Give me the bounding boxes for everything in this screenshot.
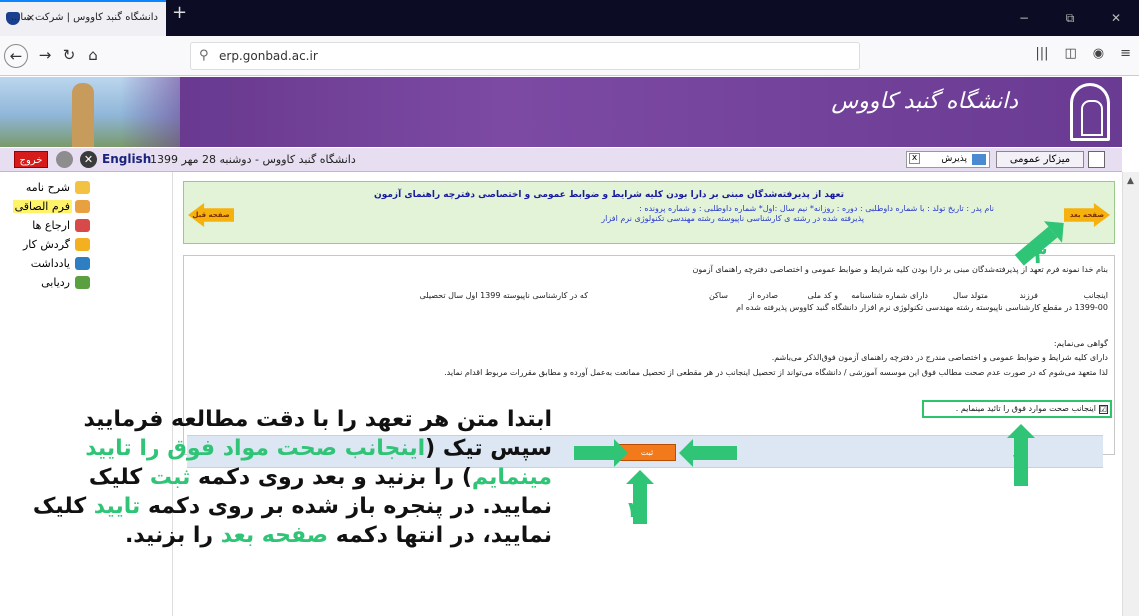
sidebar-item-attached-form[interactable]: فرم الصاقی bbox=[0, 197, 100, 216]
university-logo-text: دانشگاه گنبد کاووس bbox=[831, 89, 1018, 114]
pledge-field: فرزند bbox=[1019, 291, 1038, 300]
sidebar-icon[interactable]: ◫ bbox=[1064, 46, 1076, 61]
step-number-2: ۲ bbox=[628, 498, 642, 523]
reload-icon[interactable]: ↻ bbox=[58, 45, 80, 67]
sidebar-item-label: گردش کار bbox=[22, 238, 70, 251]
back-arrow-icon[interactable]: ← bbox=[4, 44, 28, 68]
sidebar-item-label: ارجاع ها bbox=[32, 219, 70, 232]
sidebar-item-notes[interactable]: یادداشت bbox=[0, 254, 100, 273]
pledge-acceptance-line: 1399-00 در مقطع کارشناسی ناپیوسته رشته م… bbox=[736, 303, 1108, 312]
minimize-button[interactable]: − bbox=[1001, 0, 1047, 36]
pledge-field: که در کارشناسی ناپیوسته 1399 اول سال تحص… bbox=[419, 291, 588, 300]
sidebar-item-workflow[interactable]: گردش کار bbox=[0, 235, 100, 254]
instruction-part: ابتدا متن هر تعهد را با دقت مطالعه فرمای… bbox=[83, 407, 552, 432]
instruction-highlight: ثبت bbox=[149, 465, 191, 490]
form-accepted-line: پذیرفته شده در رشته ی کارشناسی ناپیوسته … bbox=[601, 214, 864, 223]
referral-icon bbox=[75, 219, 90, 232]
gear-icon[interactable] bbox=[56, 151, 73, 168]
scroll-up-icon[interactable]: ▲ bbox=[1127, 176, 1134, 186]
prev-page-button[interactable]: صفحه قبل bbox=[188, 203, 234, 227]
sidebar-item-tracking[interactable]: ردیابی bbox=[0, 273, 100, 292]
instruction-highlight: صفحه بعد bbox=[220, 523, 329, 548]
library-icon[interactable]: ||| bbox=[1035, 46, 1048, 61]
annotation-arrow bbox=[574, 439, 628, 467]
sidebar-item-label: شرح نامه bbox=[25, 181, 70, 194]
pledge-field: دارای شماره شناسنامه bbox=[851, 291, 928, 300]
site-banner: دانشگاه گنبد کاووس bbox=[0, 77, 1122, 147]
pledge-field: و کد ملی bbox=[807, 291, 838, 300]
new-tab-button[interactable]: + bbox=[172, 2, 187, 23]
instruction-part: را بزنید. bbox=[124, 523, 221, 548]
tracking-icon bbox=[75, 276, 90, 289]
home-icon[interactable]: ⌂ bbox=[82, 45, 104, 67]
sidebar-item-label: یادداشت bbox=[30, 257, 70, 270]
step-number-1: ۱ bbox=[1010, 450, 1024, 475]
confirm-checkbox[interactable]: ☑ bbox=[1099, 405, 1108, 414]
pledge-commitment-line: لذا متعهد می‌شوم که در صورت عدم صحت مطال… bbox=[444, 368, 1108, 377]
instruction-part: سپس تیک ( bbox=[425, 436, 552, 461]
instruction-part: ) را بزنید و بعد روی دکمه bbox=[190, 465, 472, 490]
pen-icon bbox=[972, 154, 986, 165]
workspace-menu-icon[interactable] bbox=[1088, 151, 1105, 168]
english-language-link[interactable]: English bbox=[102, 152, 151, 166]
confirm-checkbox-row[interactable]: ☑ اینجانب صحت موارد فوق را تائید مینمایم… bbox=[922, 400, 1112, 418]
url-text: erp.gonbad.ac.ir bbox=[219, 49, 318, 63]
forward-arrow-icon[interactable]: → bbox=[34, 45, 56, 67]
banner-fade bbox=[120, 77, 230, 147]
pledge-field: صادره از bbox=[748, 291, 778, 300]
close-icon[interactable]: ✕ bbox=[80, 151, 97, 168]
filter-label: پذیرش bbox=[941, 154, 967, 164]
form-icon bbox=[75, 200, 90, 213]
date-text: دانشگاه گنبد کاووس - دوشنبه 28 مهر 1399 bbox=[150, 153, 356, 166]
instruction-text: ابتدا متن هر تعهد را با دقت مطالعه فرمای… bbox=[24, 405, 552, 550]
annotation-arrow bbox=[679, 439, 737, 467]
window-controls: − ⧉ ✕ bbox=[1001, 0, 1139, 36]
tower-image bbox=[72, 83, 94, 147]
instruction-highlight: تایید bbox=[93, 494, 141, 519]
pledge-certify-label: گواهی می‌نمایم: bbox=[1053, 339, 1108, 348]
browser-tab[interactable]: × دانشگاه گنبد کاووس | شرکت سا... bbox=[0, 0, 166, 36]
confirm-checkbox-label: اینجانب صحت موارد فوق را تائید مینمایم . bbox=[955, 404, 1096, 413]
filter-dropdown[interactable]: x پذیرش bbox=[906, 151, 990, 168]
sidebar-item-label: ردیابی bbox=[41, 276, 70, 289]
sidebar-item-referrals[interactable]: ارجاع ها bbox=[0, 216, 100, 235]
form-title: تعهد از پذیرفته‌شدگان مبنی بر دارا بودن … bbox=[374, 190, 844, 200]
clear-icon[interactable]: x bbox=[909, 153, 920, 164]
sidebar-item-label: فرم الصاقی bbox=[12, 200, 72, 213]
address-bar[interactable]: ⚲ erp.gonbad.ac.ir bbox=[190, 42, 860, 70]
next-page-button[interactable]: صفحه بعد bbox=[1064, 203, 1110, 227]
sidebar-item-description[interactable]: شرح نامه bbox=[0, 178, 100, 197]
pledge-field: متولد سال bbox=[953, 291, 988, 300]
restore-button[interactable]: ⧉ bbox=[1047, 0, 1093, 36]
form-fields-line: نام پدر : تاریخ تولد : با شماره داوطلبی … bbox=[639, 204, 994, 213]
close-window-button[interactable]: ✕ bbox=[1093, 0, 1139, 36]
form-header: صفحه قبل تعهد از پذیرفته‌شدگان مبنی بر د… bbox=[183, 181, 1115, 244]
browser-tab-bar: × دانشگاه گنبد کاووس | شرکت سا... + − ⧉ … bbox=[0, 0, 1139, 36]
step-number-3: ۳ bbox=[1033, 244, 1047, 269]
pledge-conditions-line: دارای کلیه شرایط و ضوابط عمومی و اختصاصی… bbox=[771, 353, 1108, 362]
menu-icon[interactable]: ≡ bbox=[1120, 46, 1131, 61]
toolbar-icons: ||| ◫ ◉ ≡ bbox=[1035, 46, 1131, 61]
pledge-field: ساکن bbox=[708, 291, 728, 300]
note-icon bbox=[75, 257, 90, 270]
workflow-icon bbox=[75, 238, 90, 251]
university-emblem-icon bbox=[1070, 83, 1110, 141]
search-icon: ⚲ bbox=[199, 48, 209, 63]
browser-navbar: ← → ↻ ⌂ ⚲ erp.gonbad.ac.ir ||| ◫ ◉ ≡ bbox=[0, 36, 1139, 76]
tab-title: دانشگاه گنبد کاووس | شرکت سا... bbox=[10, 12, 158, 23]
account-icon[interactable]: ◉ bbox=[1093, 46, 1104, 61]
exit-button[interactable]: خروج bbox=[14, 151, 48, 168]
info-bar: خروج ✕ English دانشگاه گنبد کاووس - دوشن… bbox=[0, 148, 1122, 172]
general-workspace-button[interactable]: میزکار عمومی bbox=[996, 151, 1084, 168]
letter-icon bbox=[75, 181, 90, 194]
scrollbar[interactable]: ▲ bbox=[1122, 172, 1139, 616]
pledge-field: اینجانب bbox=[1083, 291, 1108, 300]
